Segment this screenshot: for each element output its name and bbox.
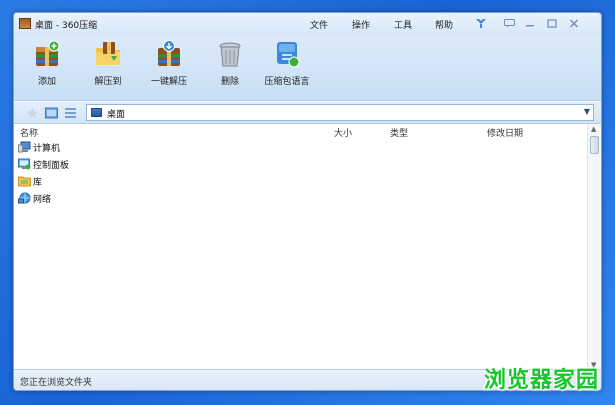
menu-file[interactable]: 文件 <box>310 18 328 31</box>
close-icon[interactable] <box>567 17 581 29</box>
vertical-scrollbar[interactable]: ▲ ▼ <box>587 124 601 370</box>
column-size-header[interactable]: 大小 <box>334 126 352 139</box>
list-item-label: 库 <box>33 177 43 188</box>
maximize-icon[interactable] <box>545 17 559 29</box>
delete-button-label: 删除 <box>220 77 239 87</box>
address-value: 桌面 <box>107 110 126 120</box>
window-title: 桌面 - 360压缩 <box>35 21 98 31</box>
one-click-extract-button-label: 一键解压 <box>150 77 187 87</box>
list-item[interactable]: 计算机 <box>18 139 60 155</box>
library-folder-icon <box>18 175 31 187</box>
file-list: 计算机 控制面板 库 网络 <box>14 139 588 369</box>
archive-language-icon <box>272 39 302 69</box>
status-text: 您正在浏览文件夹 <box>20 378 93 388</box>
one-click-extract-button[interactable]: 一键解压 <box>140 39 198 91</box>
column-modified-header[interactable]: 修改日期 <box>487 126 523 139</box>
list-item[interactable]: 网络 <box>18 190 51 206</box>
list-item[interactable]: 控制面板 <box>18 156 69 172</box>
list-item-label: 网络 <box>33 194 52 205</box>
delete-button[interactable]: 删除 <box>201 39 259 91</box>
column-name-header[interactable]: 名称 <box>20 126 38 139</box>
address-bar[interactable]: 桌面 ▼ <box>86 104 594 121</box>
menu-help[interactable]: 帮助 <box>435 18 453 31</box>
watermark: 浏览器家园 <box>483 368 599 393</box>
scrollbar-thumb[interactable] <box>590 136 599 154</box>
extract-to-button-label: 解压到 <box>94 77 122 87</box>
column-headers: 名称 大小 类型 修改日期 <box>14 124 588 139</box>
control-panel-icon <box>18 158 31 170</box>
computer-icon <box>18 141 31 153</box>
navigation-bar: 桌面 ▼ <box>14 102 601 124</box>
minimize-icon[interactable] <box>523 17 537 29</box>
chevron-down-icon[interactable]: ▼ <box>584 107 590 116</box>
desktop-icon <box>91 108 102 117</box>
archive-language-button-label: 压缩包语言 <box>264 77 310 87</box>
menu-tools[interactable]: 工具 <box>394 18 412 31</box>
thumbnail-view-icon[interactable] <box>45 107 58 119</box>
app-icon <box>19 18 31 29</box>
column-type-header[interactable]: 类型 <box>390 126 408 139</box>
list-item-label: 计算机 <box>33 143 61 154</box>
app-window: 桌面 - 360压缩 文件 操作 工具 帮助 添加 解压到 一键解压 删除 压缩… <box>13 12 602 391</box>
menu-operation[interactable]: 操作 <box>352 18 370 31</box>
extract-to-button[interactable]: 解压到 <box>79 39 137 91</box>
network-icon <box>18 192 31 204</box>
main-toolbar: 添加 解压到 一键解压 删除 压缩包语言 <box>14 35 601 101</box>
list-view-icon[interactable] <box>64 107 77 119</box>
one-click-extract-icon <box>154 39 184 69</box>
back-icon[interactable] <box>26 107 39 119</box>
add-archive-icon <box>32 39 62 69</box>
skin-icon[interactable] <box>474 17 488 29</box>
title-bar: 桌面 - 360压缩 文件 操作 工具 帮助 <box>14 13 601 35</box>
archive-language-button[interactable]: 压缩包语言 <box>258 39 316 91</box>
add-button[interactable]: 添加 <box>18 39 76 91</box>
scroll-up-icon[interactable]: ▲ <box>591 125 596 133</box>
feedback-icon[interactable] <box>502 17 516 29</box>
list-item[interactable]: 库 <box>18 173 42 189</box>
extract-to-icon <box>93 39 123 69</box>
list-item-label: 控制面板 <box>33 160 70 171</box>
add-button-label: 添加 <box>37 77 56 87</box>
trash-icon <box>215 39 245 69</box>
